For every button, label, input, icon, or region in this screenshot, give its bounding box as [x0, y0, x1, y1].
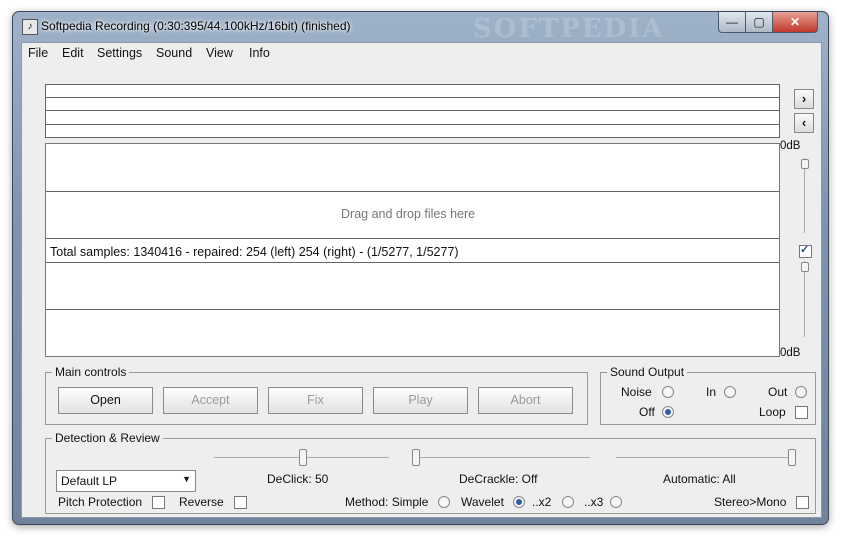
panel-divider: [46, 191, 779, 192]
decrackle-label: DeCrackle: Off: [459, 472, 538, 486]
title-bar[interactable]: ♪ Softpedia Recording (0:30:395/44.100kH…: [13, 12, 828, 44]
overview-track-1[interactable]: [45, 84, 780, 98]
app-icon: ♪: [22, 19, 38, 35]
overview-track-2[interactable]: [45, 97, 780, 111]
wavelet-x2-radio[interactable]: [562, 496, 574, 508]
off-radio[interactable]: [662, 406, 674, 418]
pitch-protection-checkbox[interactable]: [152, 496, 165, 509]
play-button[interactable]: Play: [373, 387, 468, 414]
level-checkbox[interactable]: [799, 243, 812, 258]
out-label: Out: [768, 385, 788, 399]
forward-button[interactable]: ›: [794, 89, 814, 109]
wavelet-radio[interactable]: [513, 496, 525, 508]
wavelet-x3-label: ..x3: [584, 495, 604, 509]
reverse-checkbox[interactable]: [234, 496, 247, 509]
drop-hint: Drag and drop files here: [341, 207, 476, 221]
level-slider-top[interactable]: [804, 158, 805, 233]
declick-slider-thumb[interactable]: [299, 449, 307, 466]
method-simple-radio[interactable]: [438, 496, 450, 508]
menu-settings[interactable]: Settings: [97, 46, 142, 60]
method-simple-label: Method: Simple: [345, 495, 429, 509]
bottom-db-label: 0dB: [780, 347, 801, 359]
wavelet-label: Wavelet: [461, 495, 504, 509]
automatic-label: Automatic: All: [663, 472, 736, 486]
preset-value: Default LP: [61, 474, 118, 488]
wavelet-x2-label: ..x2: [532, 495, 552, 509]
level-slider-bottom-thumb[interactable]: [801, 262, 809, 272]
client-area: File Edit Settings Sound View Info › ‹ D…: [21, 42, 822, 518]
top-db-label: 0dB: [780, 140, 801, 152]
loop-checkbox[interactable]: [795, 406, 808, 419]
declick-label: DeClick: 50: [267, 472, 329, 486]
automatic-slider-thumb[interactable]: [788, 449, 796, 466]
main-controls-title: Main controls: [52, 365, 130, 379]
menu-bar: File Edit Settings Sound View Info: [22, 43, 821, 63]
decrackle-slider-thumb[interactable]: [412, 449, 420, 466]
detection-review-group: Detection & Review Default LP ▼ DeClick:…: [45, 431, 816, 514]
noise-radio[interactable]: [662, 386, 674, 398]
wavelet-x3-radio[interactable]: [610, 496, 622, 508]
panel-divider: [46, 262, 779, 263]
panel-divider: [46, 238, 779, 239]
in-label: In: [706, 385, 717, 399]
automatic-slider[interactable]: [616, 457, 793, 458]
menu-file[interactable]: File: [28, 46, 48, 60]
app-window: ♪ Softpedia Recording (0:30:395/44.100kH…: [12, 11, 829, 525]
panel-divider: [46, 309, 779, 310]
level-slider-bottom[interactable]: [804, 261, 805, 337]
main-controls-group: Main controls Open Accept Fix Play Abort: [45, 365, 588, 425]
accept-button[interactable]: Accept: [163, 387, 258, 414]
menu-info[interactable]: Info: [249, 46, 270, 60]
overview-track-3[interactable]: [45, 110, 780, 125]
overview-track-4[interactable]: [45, 124, 780, 138]
abort-button[interactable]: Abort: [478, 387, 573, 414]
in-radio[interactable]: [724, 386, 736, 398]
menu-view[interactable]: View: [206, 46, 233, 60]
detection-review-title: Detection & Review: [52, 431, 163, 445]
window-title: Softpedia Recording (0:30:395/44.100kHz/…: [41, 19, 351, 33]
stereo-mono-checkbox[interactable]: [796, 496, 809, 509]
close-button[interactable]: ✕: [772, 12, 818, 33]
reverse-label: Reverse: [179, 495, 224, 509]
pitch-protection-label: Pitch Protection: [58, 495, 143, 509]
maximize-button[interactable]: ▢: [745, 12, 773, 33]
menu-edit[interactable]: Edit: [62, 46, 84, 60]
loop-label: Loop: [759, 405, 786, 419]
minimize-button[interactable]: —: [718, 12, 746, 33]
watermark-logo: SOFTPEDIA: [473, 14, 665, 44]
fix-button[interactable]: Fix: [268, 387, 363, 414]
sound-output-group: Sound Output Noise In Out Off Loop: [600, 365, 816, 425]
chevron-down-icon: ▼: [182, 474, 191, 484]
status-text: Total samples: 1340416 - repaired: 254 (…: [50, 245, 459, 259]
out-radio[interactable]: [795, 386, 807, 398]
level-slider-top-thumb[interactable]: [801, 159, 809, 169]
noise-label: Noise: [621, 385, 652, 399]
sound-output-title: Sound Output: [607, 365, 688, 379]
stereo-mono-label: Stereo>Mono: [714, 495, 787, 509]
menu-sound[interactable]: Sound: [156, 46, 192, 60]
decrackle-slider[interactable]: [413, 457, 590, 458]
back-button[interactable]: ‹: [794, 113, 814, 133]
waveform-panel[interactable]: Drag and drop files here Total samples: …: [45, 143, 780, 357]
preset-dropdown[interactable]: Default LP ▼: [56, 470, 196, 492]
open-button[interactable]: Open: [58, 387, 153, 414]
off-label: Off: [639, 405, 655, 419]
